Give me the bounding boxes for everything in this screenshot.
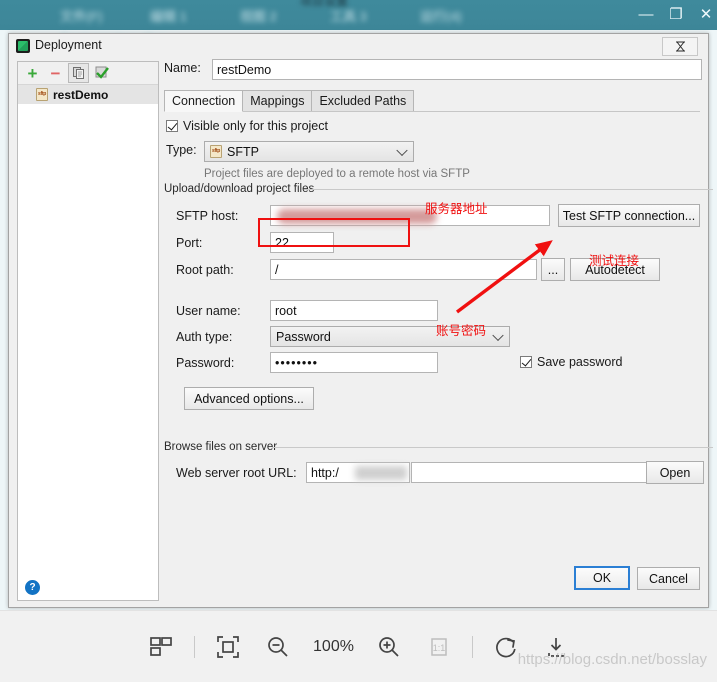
thumbnails-icon[interactable]	[144, 630, 178, 664]
fit-to-screen-icon[interactable]	[211, 630, 245, 664]
test-sftp-connection-button[interactable]: Test SFTP connection...	[558, 204, 700, 227]
annotation-server-address: 服务器地址	[425, 202, 488, 216]
password-label: Password:	[176, 356, 235, 370]
web-root-label: Web server root URL:	[176, 466, 297, 480]
auth-type-value: Password	[276, 329, 331, 344]
zoom-out-icon[interactable]	[261, 630, 295, 664]
upload-group-title: Upload/download project files	[164, 183, 320, 195]
image-viewer-toolbar: 100% 1:1 https://blog.csdn.net/bosslay	[0, 610, 717, 682]
add-button[interactable]: +	[22, 63, 43, 83]
root-path-input[interactable]: /	[270, 259, 537, 280]
redaction-blob	[355, 466, 407, 480]
save-password-label: Save password	[537, 355, 623, 369]
svg-text:1:1: 1:1	[433, 643, 446, 653]
checkbox-box	[520, 356, 532, 368]
watermark: https://blog.csdn.net/bosslay	[517, 651, 707, 668]
name-label: Name:	[164, 61, 201, 75]
tab-connection[interactable]: Connection	[164, 90, 244, 112]
type-select-value: SFTP	[227, 144, 259, 159]
annotation-test-connection: 测试连接	[589, 254, 640, 268]
port-row: Port:	[176, 236, 202, 250]
port-label: Port:	[176, 236, 203, 250]
name-input[interactable]: restDemo	[212, 59, 702, 80]
type-label: Type:	[166, 143, 197, 157]
bg-window-maximize-button[interactable]: ❐	[662, 4, 690, 26]
advanced-options-button[interactable]: Advanced options...	[184, 387, 314, 410]
web-root-prefix-input[interactable]: http:/	[306, 462, 410, 483]
deployment-server-list: + − restDemo	[17, 61, 159, 601]
tab-excluded-paths[interactable]: Excluded Paths	[311, 90, 415, 112]
dialog-titlebar: Deployment	[9, 34, 708, 58]
toolbar-divider	[471, 635, 473, 658]
user-name-row: User name:	[176, 304, 241, 318]
settings-tabs: Connection Mappings Excluded Paths	[164, 90, 415, 112]
server-name-label: restDemo	[53, 87, 109, 102]
bg-window-minimize-button[interactable]: —	[632, 4, 660, 26]
deployment-dialog: Deployment + − sftp restDemo Name: restD…	[8, 33, 713, 608]
resize-icon[interactable]	[662, 37, 698, 56]
group-divider	[272, 447, 713, 448]
dialog-title: Deployment	[35, 38, 102, 52]
pycharm-icon	[16, 39, 30, 53]
zoom-in-icon[interactable]	[372, 630, 406, 664]
visible-only-label: Visible only for this project	[183, 119, 328, 133]
password-row: Password:	[176, 356, 234, 370]
cancel-button[interactable]: Cancel	[637, 567, 700, 590]
sftp-host-label: SFTP host:	[176, 209, 239, 223]
type-select[interactable]: SFTP	[204, 141, 414, 162]
open-button[interactable]: Open	[646, 461, 704, 484]
group-divider	[304, 189, 713, 190]
remove-button[interactable]: −	[45, 63, 66, 83]
checkbox-box	[166, 120, 178, 132]
password-input[interactable]: ••••••••	[270, 352, 438, 373]
web-root-prefix-value: http:/	[311, 465, 339, 480]
deployment-settings-pane: Name: restDemo Connection Mappings Exclu…	[164, 59, 713, 601]
chevron-down-icon	[492, 329, 504, 341]
type-hint: Project files are deployed to a remote h…	[204, 168, 470, 180]
ok-button[interactable]: OK	[574, 566, 630, 590]
visible-only-checkbox[interactable]: Visible only for this project	[166, 119, 328, 133]
web-root-row: Web server root URL:	[176, 466, 297, 480]
background-window-titlebar: 项目设置 文件(F) 编辑 1 视图 2 工具 3 运行(4) — ❐ ✕	[0, 0, 717, 30]
user-name-input[interactable]: root	[270, 300, 438, 321]
tab-mappings[interactable]: Mappings	[242, 90, 313, 112]
list-item[interactable]: restDemo	[18, 85, 158, 104]
annotation-host-highlight-box	[258, 218, 410, 247]
browse-button[interactable]: ...	[541, 258, 565, 281]
server-list-toolbar: + −	[18, 62, 158, 85]
chevron-down-icon	[396, 144, 408, 156]
root-path-label: Root path:	[176, 263, 234, 277]
help-icon[interactable]: ?	[25, 580, 40, 595]
sftp-icon	[36, 88, 48, 101]
sftp-host-row: SFTP host:	[176, 209, 238, 223]
save-password-checkbox[interactable]: Save password	[520, 355, 622, 369]
name-row: Name:	[164, 61, 212, 75]
auth-type-row: Auth type:	[176, 330, 232, 344]
root-path-row: Root path:	[176, 263, 234, 277]
toolbar-divider	[194, 635, 196, 658]
type-row: Type:	[166, 143, 206, 157]
browse-group-title: Browse files on server	[164, 441, 283, 453]
check-icon[interactable]	[91, 63, 112, 83]
tab-underline	[164, 111, 700, 112]
sftp-icon	[210, 145, 222, 158]
zoom-level: 100%	[313, 637, 354, 655]
copy-icon[interactable]	[68, 63, 89, 83]
bg-window-close-button[interactable]: ✕	[692, 4, 717, 26]
user-name-label: User name:	[176, 304, 241, 318]
actual-size-icon[interactable]: 1:1	[422, 630, 456, 664]
auth-type-label: Auth type:	[176, 330, 233, 344]
web-root-input[interactable]	[411, 462, 675, 483]
screenshot-root: 项目设置 文件(F) 编辑 1 视图 2 工具 3 运行(4) — ❐ ✕ fi…	[0, 0, 717, 682]
annotation-account-password: 账号密码	[436, 324, 487, 338]
